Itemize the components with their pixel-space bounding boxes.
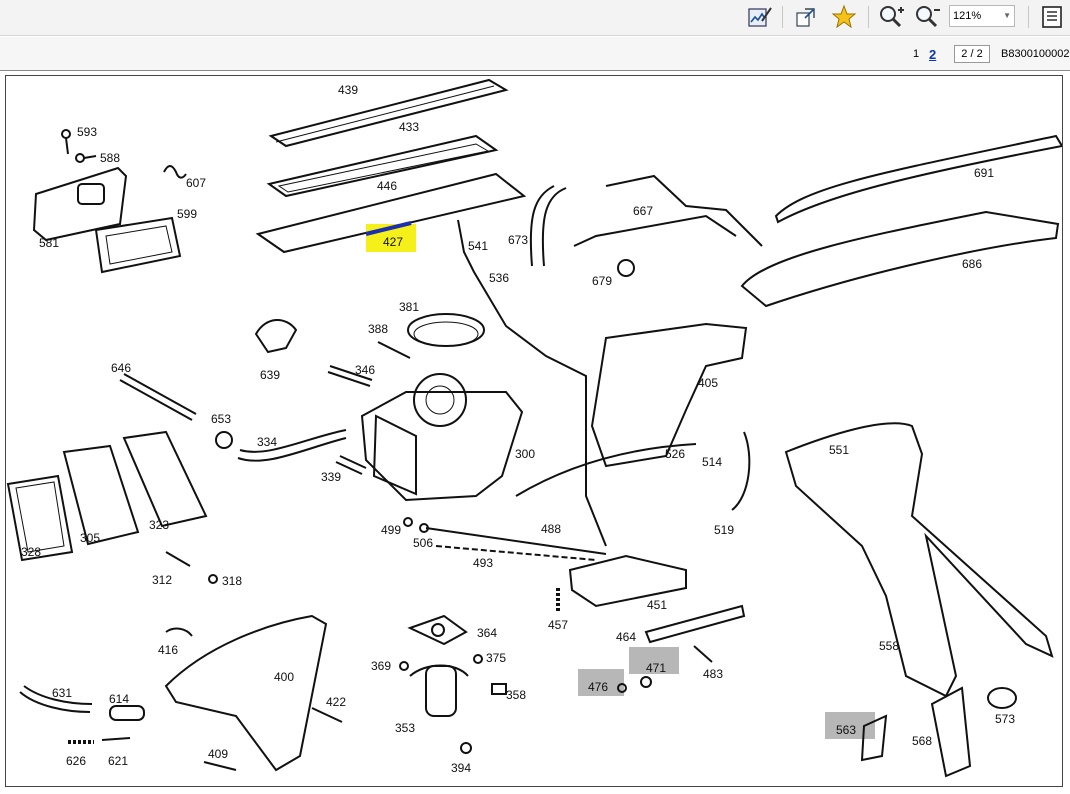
page-link-1[interactable]: 1 xyxy=(913,48,919,60)
label-381[interactable]: 381 xyxy=(399,300,419,314)
label-614[interactable]: 614 xyxy=(109,692,129,706)
label-558[interactable]: 558 xyxy=(879,639,899,653)
label-514[interactable]: 514 xyxy=(702,455,722,469)
label-488[interactable]: 488 xyxy=(541,522,561,536)
label-581[interactable]: 581 xyxy=(39,236,59,250)
label-328[interactable]: 328 xyxy=(21,545,41,559)
label-464[interactable]: 464 xyxy=(616,630,636,644)
document-id: B83001000028 xyxy=(1001,48,1070,60)
document-viewer[interactable]: 439 433 593 588 607 446 599 581 427 541 … xyxy=(0,72,1070,794)
label-631[interactable]: 631 xyxy=(52,686,72,700)
label-471[interactable]: 471 xyxy=(646,661,666,675)
label-506[interactable]: 506 xyxy=(413,536,433,550)
label-551[interactable]: 551 xyxy=(829,443,849,457)
label-686[interactable]: 686 xyxy=(962,257,982,271)
chevron-down-icon[interactable]: ▼ xyxy=(1003,6,1011,26)
label-312[interactable]: 312 xyxy=(152,573,172,587)
label-457[interactable]: 457 xyxy=(548,618,568,632)
label-599[interactable]: 599 xyxy=(177,207,197,221)
page-indicator: 2 / 2 xyxy=(954,45,990,63)
label-388[interactable]: 388 xyxy=(368,322,388,336)
fit-page-icon[interactable] xyxy=(792,4,820,30)
zoom-select[interactable]: 121% ▼ xyxy=(949,5,1015,27)
label-369[interactable]: 369 xyxy=(371,659,391,673)
favorite-star-icon[interactable] xyxy=(830,4,858,30)
label-679[interactable]: 679 xyxy=(592,274,612,288)
label-563[interactable]: 563 xyxy=(836,723,856,737)
label-667[interactable]: 667 xyxy=(633,204,653,218)
label-451[interactable]: 451 xyxy=(647,598,667,612)
label-483[interactable]: 483 xyxy=(703,667,723,681)
zoom-in-icon[interactable] xyxy=(877,4,905,30)
label-593[interactable]: 593 xyxy=(77,125,97,139)
label-446[interactable]: 446 xyxy=(377,179,397,193)
part-number-labels: 439 433 593 588 607 446 599 581 427 541 … xyxy=(21,83,1015,775)
label-536[interactable]: 536 xyxy=(489,271,509,285)
label-305[interactable]: 305 xyxy=(80,531,100,545)
label-653[interactable]: 653 xyxy=(211,412,231,426)
label-639[interactable]: 639 xyxy=(260,368,280,382)
label-409[interactable]: 409 xyxy=(208,747,228,761)
label-519[interactable]: 519 xyxy=(714,523,734,537)
viewer-toolbar: 121% ▼ xyxy=(0,0,1070,36)
zoom-value: 121% xyxy=(953,10,982,22)
label-433[interactable]: 433 xyxy=(399,120,419,134)
label-439[interactable]: 439 xyxy=(338,83,358,97)
label-353[interactable]: 353 xyxy=(395,721,415,735)
label-416[interactable]: 416 xyxy=(158,643,178,657)
label-476[interactable]: 476 xyxy=(588,680,608,694)
label-405[interactable]: 405 xyxy=(698,376,718,390)
label-427[interactable]: 427 xyxy=(383,235,403,249)
label-673[interactable]: 673 xyxy=(508,233,528,247)
label-607[interactable]: 607 xyxy=(186,176,206,190)
label-375[interactable]: 375 xyxy=(486,651,506,665)
label-626[interactable]: 626 xyxy=(66,754,86,768)
label-364[interactable]: 364 xyxy=(477,626,497,640)
label-300[interactable]: 300 xyxy=(515,447,535,461)
label-499[interactable]: 499 xyxy=(381,523,401,537)
exploded-parts-diagram: 439 433 593 588 607 446 599 581 427 541 … xyxy=(6,78,1062,778)
label-339[interactable]: 339 xyxy=(321,470,341,484)
label-334[interactable]: 334 xyxy=(257,435,277,449)
label-318[interactable]: 318 xyxy=(222,574,242,588)
label-568[interactable]: 568 xyxy=(912,734,932,748)
label-422[interactable]: 422 xyxy=(326,695,346,709)
label-346[interactable]: 346 xyxy=(355,363,375,377)
label-493[interactable]: 493 xyxy=(473,556,493,570)
label-323[interactable]: 323 xyxy=(149,518,169,532)
label-526[interactable]: 526 xyxy=(665,447,685,461)
part-drawings xyxy=(6,78,1062,778)
label-400[interactable]: 400 xyxy=(274,670,294,684)
label-358[interactable]: 358 xyxy=(506,688,526,702)
label-646[interactable]: 646 xyxy=(111,361,131,375)
label-541[interactable]: 541 xyxy=(468,239,488,253)
label-573[interactable]: 573 xyxy=(995,712,1015,726)
zoom-out-icon[interactable] xyxy=(913,4,941,30)
page-view-icon[interactable] xyxy=(1038,4,1066,30)
label-691[interactable]: 691 xyxy=(974,166,994,180)
label-621[interactable]: 621 xyxy=(108,754,128,768)
parts-diagram-page: 439 433 593 588 607 446 599 581 427 541 … xyxy=(5,75,1063,787)
label-394[interactable]: 394 xyxy=(451,761,471,775)
page-navigation-bar: 1 2 2 / 2 B83001000028 xyxy=(0,37,1070,71)
page-link-2[interactable]: 2 xyxy=(929,47,936,62)
label-588[interactable]: 588 xyxy=(100,151,120,165)
signature-icon[interactable] xyxy=(746,4,774,30)
